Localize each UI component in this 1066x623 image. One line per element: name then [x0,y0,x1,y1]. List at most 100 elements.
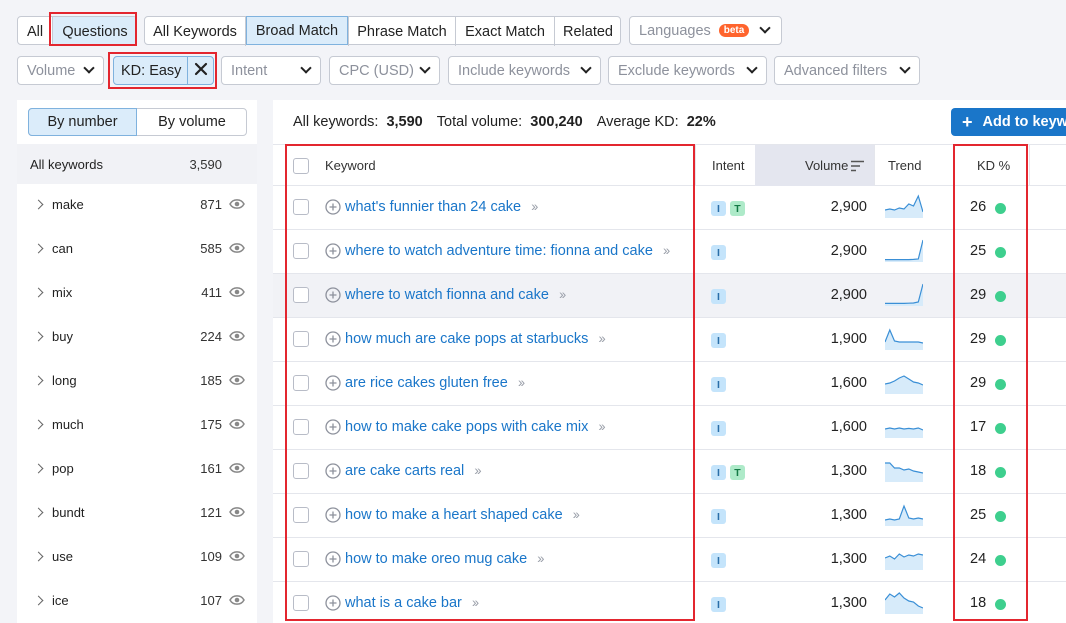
double-chevron-icon[interactable]: ›› [598,330,605,346]
add-circle-icon[interactable] [325,507,341,526]
advanced-filters[interactable]: Advanced filters [774,56,920,85]
double-chevron-icon[interactable]: ›› [559,286,566,302]
row-checkbox[interactable] [293,463,309,479]
tab-all-keywords[interactable]: All Keywords [145,17,245,46]
eye-icon[interactable] [229,505,245,521]
eye-icon[interactable] [229,461,245,477]
languages-dropdown[interactable]: Languages beta [629,16,782,45]
add-circle-icon[interactable] [325,243,341,262]
add-circle-icon[interactable] [325,287,341,306]
eye-icon[interactable] [229,593,245,609]
eye-icon[interactable] [229,329,245,345]
keyword-group-item[interactable]: much 175 [17,404,257,448]
eye-icon[interactable] [229,549,245,565]
chevron-right-icon[interactable] [33,507,44,518]
add-circle-icon[interactable] [325,375,341,394]
keyword-group-item[interactable]: buy 224 [17,316,257,360]
add-to-keyword-list-button[interactable]: + Add to keyw [951,108,1066,136]
keyword-link[interactable]: what is a cake bar [345,595,462,611]
kd-value: 18 [970,595,987,611]
tab-related[interactable]: Related [555,17,621,46]
eye-icon[interactable] [229,241,245,257]
header-trend[interactable]: Trend [888,158,921,173]
by-number-button[interactable]: By number [28,108,137,136]
add-circle-icon[interactable] [325,463,341,482]
keyword-link[interactable]: are rice cakes gluten free [345,375,508,391]
row-checkbox[interactable] [293,199,309,215]
keyword-link[interactable]: are cake carts real [345,463,464,479]
double-chevron-icon[interactable]: ›› [518,374,525,390]
eye-icon[interactable] [229,373,245,389]
keyword-link[interactable]: how to make cake pops with cake mix [345,419,588,435]
keyword-group-item[interactable]: pop 161 [17,448,257,492]
close-icon[interactable] [194,62,208,80]
keyword-group-item[interactable]: mix 411 [17,272,257,316]
keyword-link[interactable]: where to watch adventure time: fionna an… [345,243,653,259]
row-checkbox[interactable] [293,595,309,611]
keyword-group-item[interactable]: long 185 [17,360,257,404]
volume-filter[interactable]: Volume [17,56,104,85]
chevron-right-icon[interactable] [33,375,44,386]
double-chevron-icon[interactable]: ›› [598,418,605,434]
chevron-right-icon[interactable] [33,595,44,606]
row-checkbox[interactable] [293,331,309,347]
tab-exact-match[interactable]: Exact Match [456,17,554,46]
eye-icon[interactable] [229,197,245,213]
add-circle-icon[interactable] [325,595,341,614]
tab-broad-match[interactable]: Broad Match [246,16,348,45]
select-all-checkbox[interactable] [293,158,309,174]
keyword-group-item[interactable]: make 871 [17,184,257,228]
eye-icon[interactable] [229,417,245,433]
chevron-right-icon[interactable] [33,551,44,562]
double-chevron-icon[interactable]: ›› [537,550,544,566]
tab-all[interactable]: All [18,17,52,46]
group-count: 411 [201,285,222,300]
keyword-group-item[interactable]: can 585 [17,228,257,272]
chevron-right-icon[interactable] [33,463,44,474]
keyword-group-item[interactable]: use 109 [17,536,257,580]
add-circle-icon[interactable] [325,419,341,438]
intent-filter[interactable]: Intent [221,56,321,85]
row-checkbox[interactable] [293,419,309,435]
double-chevron-icon[interactable]: ›› [472,594,479,610]
row-checkbox[interactable] [293,507,309,523]
chevron-right-icon[interactable] [33,199,44,210]
header-volume-sorted[interactable]: Volume [755,145,874,186]
cpc-filter[interactable]: CPC (USD) [329,56,440,85]
chevron-right-icon[interactable] [33,243,44,254]
kd-easy-filter[interactable]: KD: Easy [113,56,214,85]
keyword-link[interactable]: what's funnier than 24 cake [345,199,521,215]
eye-icon[interactable] [229,285,245,301]
header-keyword[interactable]: Keyword [325,158,376,173]
double-chevron-icon[interactable]: ›› [531,198,538,214]
add-circle-icon[interactable] [325,331,341,350]
add-circle-icon[interactable] [325,551,341,570]
tab-phrase-match[interactable]: Phrase Match [349,17,455,46]
row-checkbox[interactable] [293,375,309,391]
keyword-link[interactable]: how to make oreo mug cake [345,551,527,567]
keyword-link[interactable]: how to make a heart shaped cake [345,507,563,523]
group-label: mix [52,285,73,300]
double-chevron-icon[interactable]: ›› [663,242,670,258]
double-chevron-icon[interactable]: ›› [474,462,481,478]
tab-questions[interactable]: Questions [53,17,137,46]
keyword-group-item[interactable]: ice 107 [17,580,257,623]
chevron-right-icon[interactable] [33,331,44,342]
exclude-keywords-filter[interactable]: Exclude keywords [608,56,767,85]
header-intent[interactable]: Intent [712,158,745,173]
double-chevron-icon[interactable]: ›› [573,506,580,522]
chevron-right-icon[interactable] [33,419,44,430]
header-kd[interactable]: KD % [977,158,1010,173]
include-keywords-filter[interactable]: Include keywords [448,56,601,85]
table-row: where to watch fionna and cake ›› I 2,900 29 [273,274,1066,318]
keyword-link[interactable]: where to watch fionna and cake [345,287,549,303]
row-checkbox[interactable] [293,551,309,567]
all-keywords-group[interactable]: All keywords 3,590 [17,144,257,184]
keyword-link[interactable]: how much are cake pops at starbucks [345,331,588,347]
chevron-right-icon[interactable] [33,287,44,298]
row-checkbox[interactable] [293,243,309,259]
row-checkbox[interactable] [293,287,309,303]
by-volume-button[interactable]: By volume [137,108,247,136]
add-circle-icon[interactable] [325,199,341,218]
keyword-group-item[interactable]: bundt 121 [17,492,257,536]
